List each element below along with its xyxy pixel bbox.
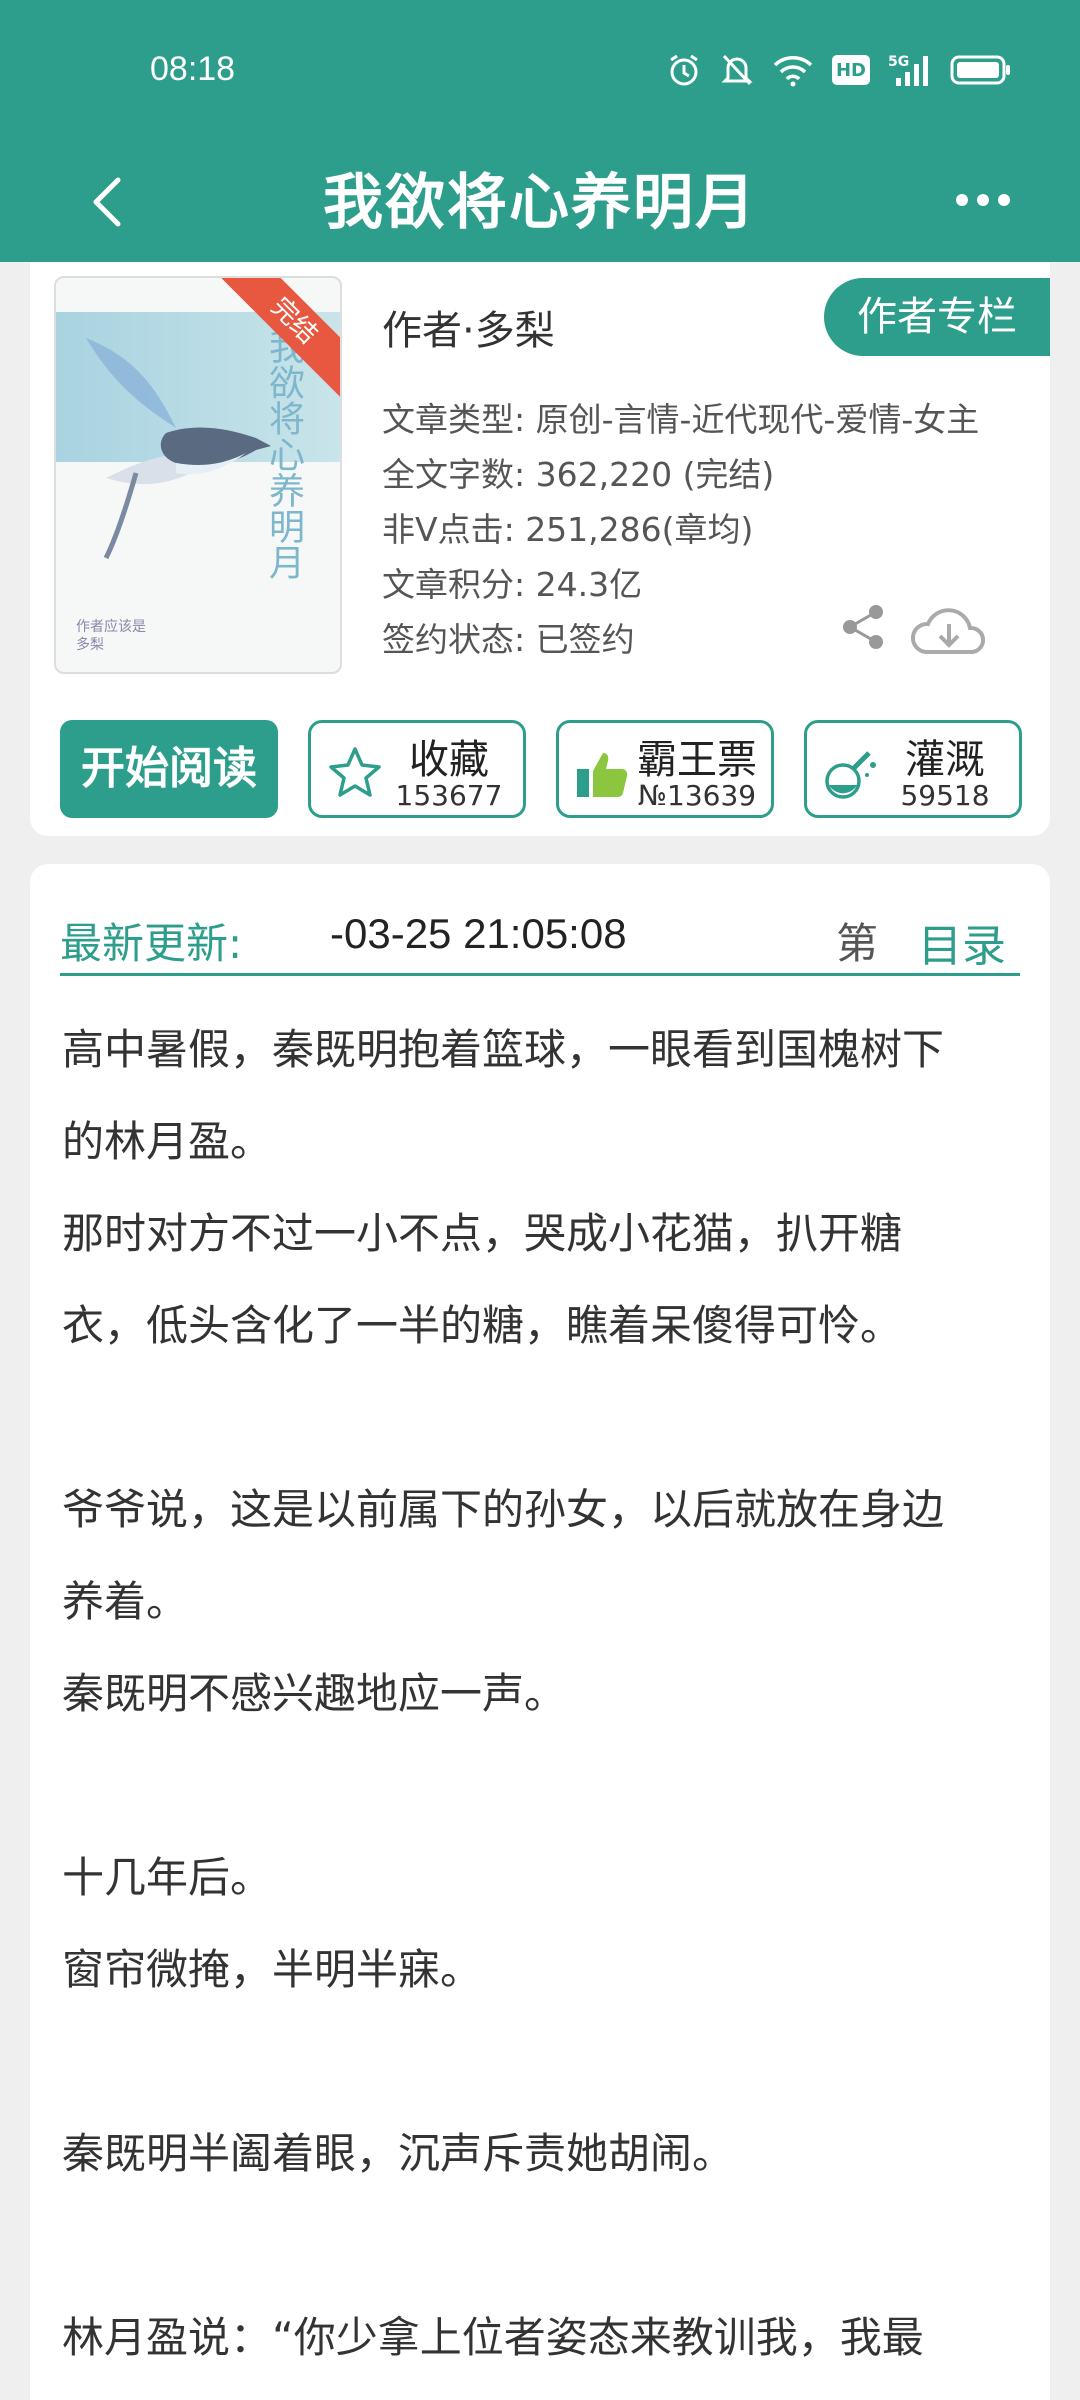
meta-value: 251,286(章均) xyxy=(525,510,754,549)
intro-line: 的林月盈。 xyxy=(62,1117,273,1166)
intro-line: 爷爷说，这是以前属下的孙女，以后就放在身边 xyxy=(62,1485,945,1534)
meta-label: 全文字数: xyxy=(382,455,536,494)
intro-line: 十几年后。 xyxy=(62,1853,273,1902)
meta-row-score: 文章积分: 24.3亿 xyxy=(382,557,979,612)
star-icon xyxy=(323,741,387,805)
navigation-bar: 我欲将心养明月 xyxy=(0,140,1080,262)
collect-button[interactable]: 收藏 153677 xyxy=(308,720,526,818)
svg-text:5G: 5G xyxy=(888,54,909,70)
meta-row-contract: 签约状态: 已签约 xyxy=(382,612,979,667)
latest-update-time: -03-25 21:05:08 xyxy=(330,910,627,957)
intro-line: 窗帘微掩，半明半寐。 xyxy=(62,1945,483,1994)
intro-line: 林月盈说：“你少拿上位者姿态来教训我，我最 xyxy=(62,2313,924,2362)
alarm-icon xyxy=(666,50,702,90)
intro-line xyxy=(62,2200,1042,2292)
hd-icon: HD xyxy=(831,55,870,85)
meta-label: 签约状态: xyxy=(382,620,536,659)
download-icon[interactable] xyxy=(908,600,990,660)
wifi-icon xyxy=(772,50,814,90)
5g-signal-icon: 5G xyxy=(888,50,932,90)
meta-row-clicks: 非V点击: 251,286(章均) xyxy=(382,502,979,557)
intro-line: 秦既明不感兴趣地应一声。 xyxy=(62,1669,567,1718)
battery-icon xyxy=(950,50,1012,90)
cover-small-line-1: 作者应该是 xyxy=(76,619,146,635)
book-intro: 高中暑假，秦既明抱着篮球，一眼看到国槐树下 的林月盈。 那时对方不过一小不点，哭… xyxy=(62,1004,1042,2384)
author-column-button[interactable]: 作者专栏 xyxy=(824,278,1050,356)
meta-value: 24.3亿 xyxy=(535,565,643,604)
collect-label: 收藏 xyxy=(409,737,489,783)
meta-label: 文章积分: xyxy=(382,565,536,604)
collect-count: 153677 xyxy=(395,779,503,812)
book-meta: 文章类型: 原创-言情-近代现代-爱情-女主 全文字数: 362,220 (完结… xyxy=(382,392,979,667)
meta-label: 文章类型: xyxy=(382,400,536,439)
intro-line: 衣，低头含化了一半的糖，瞧着呆傻得可怜。 xyxy=(62,1301,903,1350)
bawang-label: 霸王票 xyxy=(637,737,757,783)
cover-small-line-2: 多梨 xyxy=(76,637,104,653)
status-icons: HD 5G xyxy=(666,50,1012,90)
cover-vertical-title: 我欲将心养明月 xyxy=(263,328,304,580)
bird-illustration xyxy=(86,338,271,560)
intro-line xyxy=(62,1740,1042,1832)
page-title: 我欲将心养明月 xyxy=(323,168,757,238)
meta-value: 原创-言情-近代现代-爱情-女主 xyxy=(535,400,980,439)
status-time: 08:18 xyxy=(150,50,236,88)
meta-value: 362,220 (完结) xyxy=(535,455,775,494)
book-info-card: 我欲将心养明月 完结 作者应该是 多梨 作者·多梨 作者专栏 文章类型: 原创-… xyxy=(30,262,1050,836)
author-name[interactable]: 作者·多梨 xyxy=(382,298,555,356)
cover-small-text: 作者应该是 多梨 xyxy=(76,618,146,654)
bawang-count: №13639 xyxy=(637,779,757,812)
latest-chapter: 第 xyxy=(836,919,879,968)
start-reading-button[interactable]: 开始阅读 xyxy=(60,720,278,818)
meta-label: 非V点击: xyxy=(382,510,526,549)
irrigate-label: 灌溉 xyxy=(905,737,985,783)
bawang-ticket-button[interactable]: 霸王票 №13639 xyxy=(556,720,774,818)
latest-update-row[interactable]: 最新更新: -03-25 21:05:08 第 目录 xyxy=(60,886,1020,976)
meta-row-wordcount: 全文字数: 362,220 (完结) xyxy=(382,447,979,502)
mute-bell-icon xyxy=(720,50,754,90)
intro-card: 最新更新: -03-25 21:05:08 第 目录 高中暑假，秦既明抱着篮球，… xyxy=(30,864,1050,2400)
action-buttons: 开始阅读 收藏 153677 霸王票 №13639 灌溉 59518 xyxy=(60,720,1022,818)
intro-line: 养着。 xyxy=(62,1577,189,1626)
thumbs-up-icon xyxy=(571,741,635,805)
intro-line xyxy=(62,1372,1042,1464)
flask-icon xyxy=(819,741,883,805)
meta-row-type: 文章类型: 原创-言情-近代现代-爱情-女主 xyxy=(382,392,979,447)
meta-value: 已签约 xyxy=(535,620,635,659)
status-bar: 08:18 HD 5G xyxy=(0,0,1080,140)
intro-line: 那时对方不过一小不点，哭成小花猫，扒开糖 xyxy=(62,1209,903,1258)
intro-line xyxy=(62,2016,1042,2108)
more-dots-icon xyxy=(956,194,1010,206)
irrigate-count: 59518 xyxy=(900,779,990,812)
latest-update-label: 最新更新: xyxy=(60,919,243,968)
intro-line: 高中暑假，秦既明抱着篮球，一眼看到国槐树下 xyxy=(62,1025,945,1074)
share-icon[interactable] xyxy=(838,602,888,652)
more-menu-button[interactable] xyxy=(948,170,1018,230)
irrigate-button[interactable]: 灌溉 59518 xyxy=(804,720,1022,818)
book-cover[interactable]: 我欲将心养明月 完结 作者应该是 多梨 xyxy=(54,276,342,674)
catalog-button[interactable]: 目录 xyxy=(918,910,1006,974)
intro-line: 秦既明半阖着眼，沉声斥责她胡闹。 xyxy=(62,2129,735,2178)
